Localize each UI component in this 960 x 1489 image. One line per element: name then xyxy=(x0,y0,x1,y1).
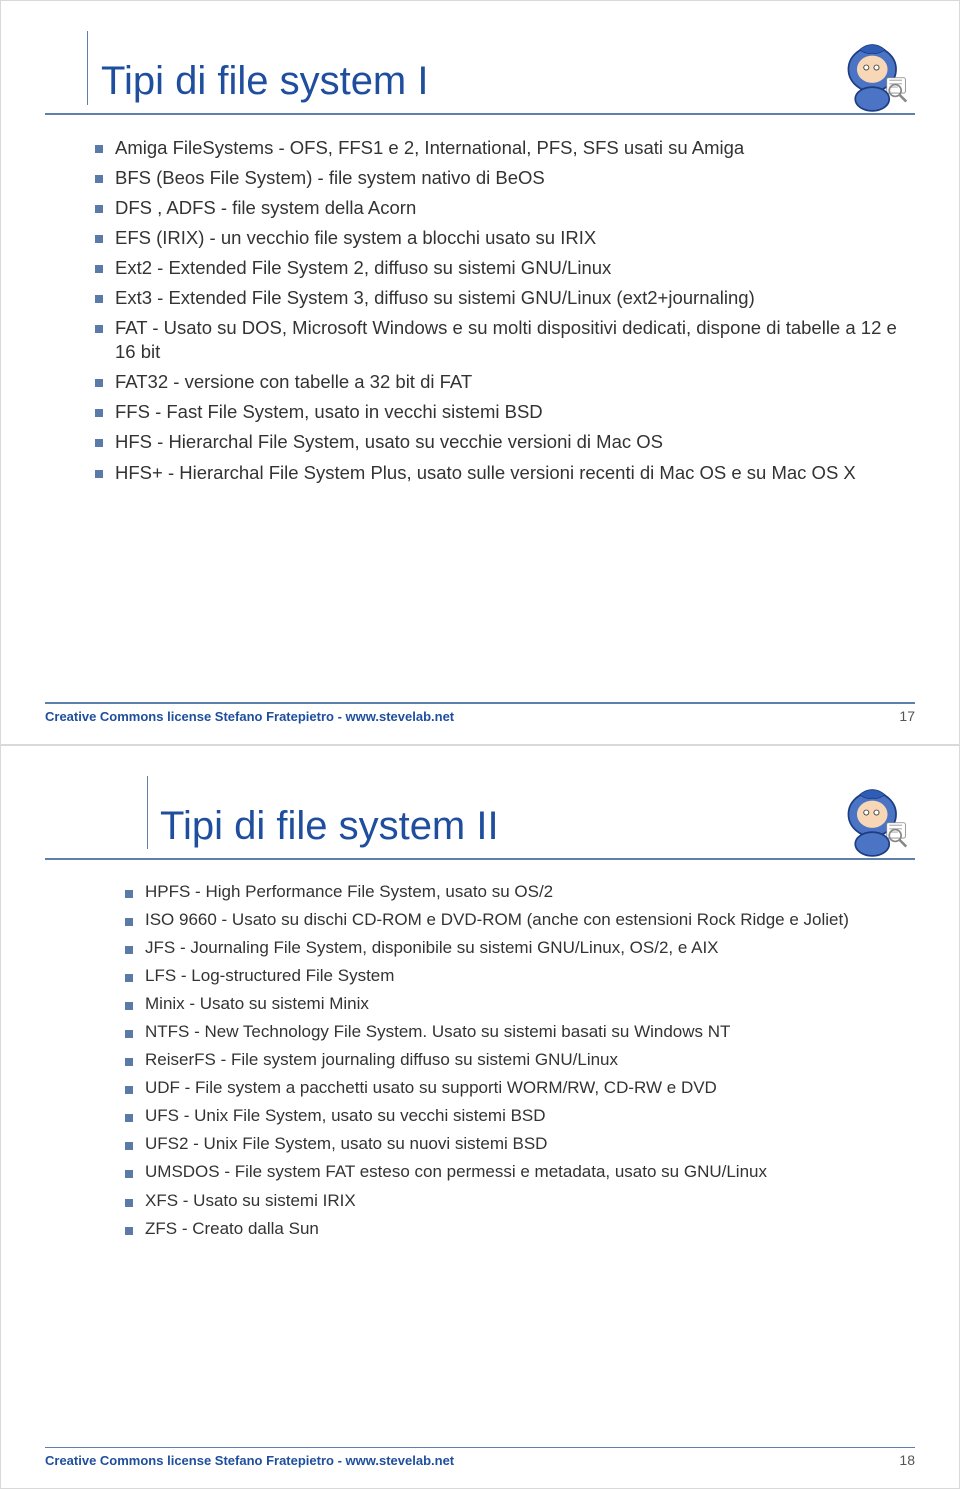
slide-1: Tipi di file system I Amiga FileSystems … xyxy=(0,0,960,745)
list-item: Ext3 - Extended File System 3, diffuso s… xyxy=(115,283,905,313)
list-item: HFS+ - Hierarchal File System Plus, usat… xyxy=(115,458,905,488)
list-item: ReiserFS - File system journaling diffus… xyxy=(145,1046,895,1074)
list-item: UFS2 - Unix File System, usato su nuovi … xyxy=(145,1130,895,1158)
list-item: BFS (Beos File System) - file system nat… xyxy=(115,163,905,193)
list-item: UFS - Unix File System, usato su vecchi … xyxy=(145,1102,895,1130)
list-item: XFS - Usato su sistemi IRIX xyxy=(145,1187,895,1215)
bullet-list: HPFS - High Performance File System, usa… xyxy=(45,878,915,1243)
footer-text: Creative Commons license Stefano Fratepi… xyxy=(45,1453,454,1468)
list-item: Minix - Usato su sistemi Minix xyxy=(145,990,895,1018)
title-rule xyxy=(45,113,915,115)
list-item: NTFS - New Technology File System. Usato… xyxy=(145,1018,895,1046)
list-item: JFS - Journaling File System, disponibil… xyxy=(145,934,895,962)
slide-2: Tipi di file system II HPFS - High Perfo… xyxy=(0,745,960,1489)
footer-rule xyxy=(45,1447,915,1449)
slide-footer: Creative Commons license Stefano Fratepi… xyxy=(1,1447,959,1469)
list-item: LFS - Log-structured File System xyxy=(145,962,895,990)
title-block: Tipi di file system I xyxy=(45,59,915,103)
slide-title: Tipi di file system II xyxy=(160,804,915,848)
list-item: ISO 9660 - Usato su dischi CD-ROM e DVD-… xyxy=(145,906,895,934)
title-block: Tipi di file system II xyxy=(45,804,915,848)
list-item: FAT32 - versione con tabelle a 32 bit di… xyxy=(115,367,905,397)
page-number: 18 xyxy=(899,1452,915,1468)
list-item: FAT - Usato su DOS, Microsoft Windows e … xyxy=(115,313,905,367)
footer-text: Creative Commons license Stefano Fratepi… xyxy=(45,709,454,724)
footer-rule xyxy=(45,702,915,704)
page-number: 17 xyxy=(899,708,915,724)
slide-footer: Creative Commons license Stefano Fratepi… xyxy=(1,702,959,724)
list-item: UMSDOS - File system FAT esteso con perm… xyxy=(145,1158,895,1186)
list-item: HFS - Hierarchal File System, usato su v… xyxy=(115,427,905,457)
slide-title: Tipi di file system I xyxy=(101,59,915,103)
list-item: Amiga FileSystems - OFS, FFS1 e 2, Inter… xyxy=(115,133,905,163)
slide-body: HPFS - High Performance File System, usa… xyxy=(45,878,915,1243)
list-item: DFS , ADFS - file system della Acorn xyxy=(115,193,905,223)
list-item: UDF - File system a pacchetti usato su s… xyxy=(145,1074,895,1102)
list-item: HPFS - High Performance File System, usa… xyxy=(145,878,895,906)
list-item: EFS (IRIX) - un vecchio file system a bl… xyxy=(115,223,905,253)
slide-body: Amiga FileSystems - OFS, FFS1 e 2, Inter… xyxy=(45,133,915,488)
bullet-list: Amiga FileSystems - OFS, FFS1 e 2, Inter… xyxy=(45,133,915,488)
title-rule xyxy=(45,858,915,860)
list-item: FFS - Fast File System, usato in vecchi … xyxy=(115,397,905,427)
list-item: Ext2 - Extended File System 2, diffuso s… xyxy=(115,253,905,283)
list-item: ZFS - Creato dalla Sun xyxy=(145,1215,895,1243)
